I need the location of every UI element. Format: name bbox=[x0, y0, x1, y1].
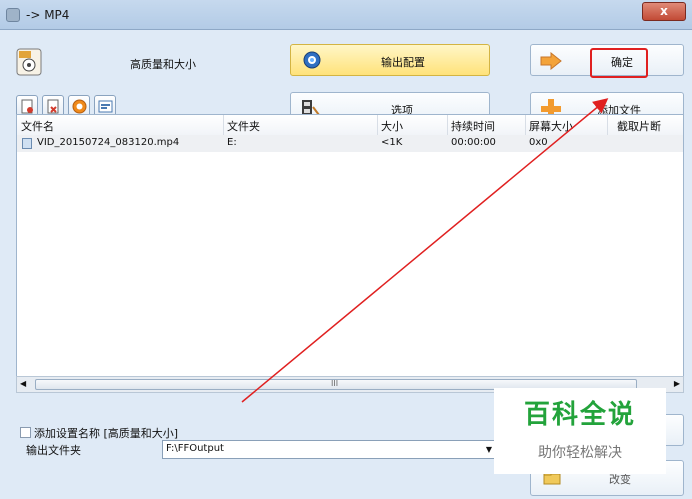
watermark: 百科全说 助你轻松解决 bbox=[494, 388, 666, 474]
watermark-title: 百科全说 bbox=[523, 400, 636, 430]
watermark-subtitle: 助你轻松解决 bbox=[538, 445, 622, 461]
